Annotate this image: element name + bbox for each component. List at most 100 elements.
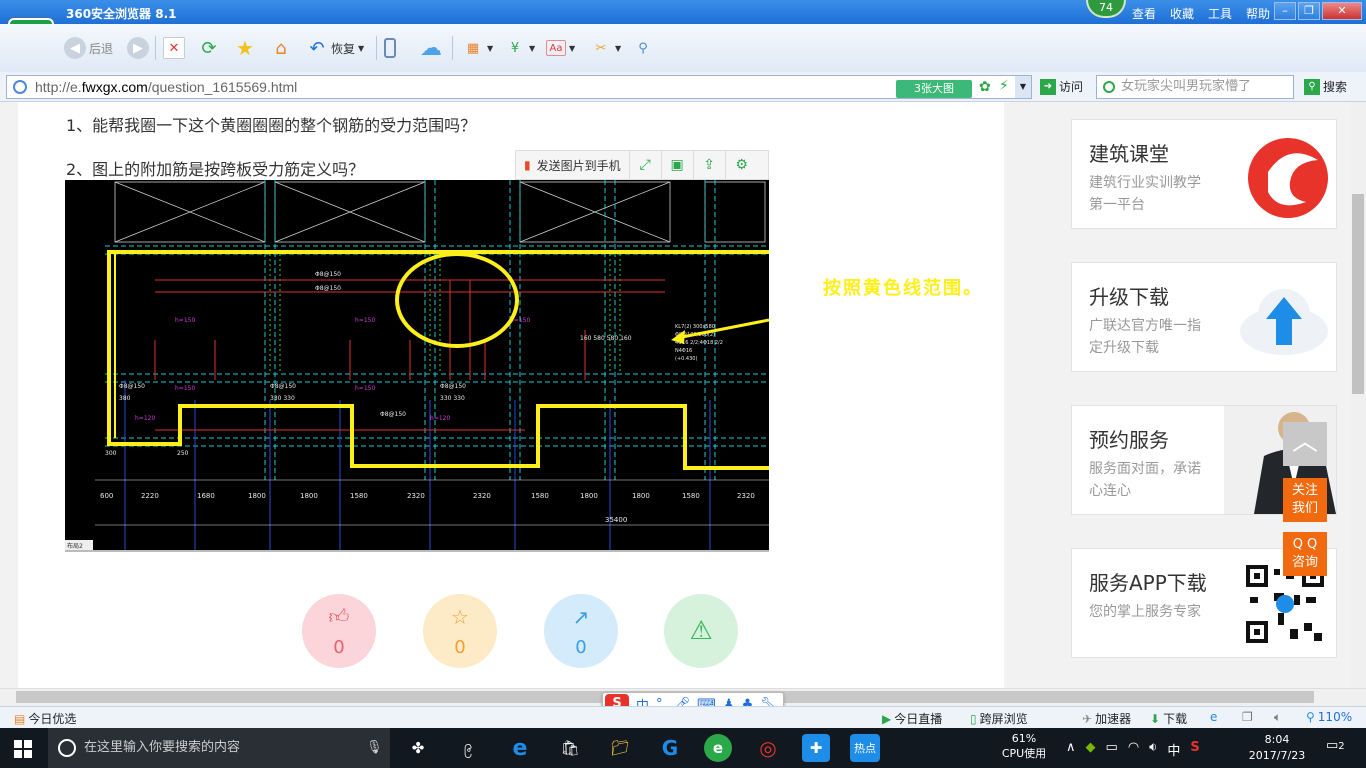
maximize-button[interactable]: ❐ <box>1298 2 1320 20</box>
windows-start-button[interactable] <box>14 740 32 758</box>
tray-lang[interactable]: 中 <box>1167 740 1180 759</box>
menu-favorites[interactable]: 收藏 <box>1170 5 1194 22</box>
home-icon: ⌂ <box>275 37 287 59</box>
glodon-logo-icon <box>1238 132 1330 220</box>
image-divider <box>65 550 769 552</box>
translate-button[interactable]: Aa ▼ <box>546 36 575 60</box>
back-to-top-button[interactable]: ︿ <box>1283 422 1327 466</box>
zoom-level[interactable]: ⚲ 110% <box>1306 710 1352 724</box>
shield-yen-icon: ¥ <box>510 40 520 56</box>
qq-consult-button[interactable]: Q Q 咨询 <box>1283 532 1327 576</box>
card-upgrade-download[interactable]: 升级下载 广联达官方唯一指定升级下载 <box>1071 262 1337 372</box>
menu-tools[interactable]: 工具 <box>1208 5 1232 22</box>
vertical-scrollbar[interactable] <box>1350 102 1366 688</box>
star-icon: ★ <box>236 36 254 60</box>
address-field[interactable]: http://e.fwxgx.com/question_1615569.html… <box>6 75 1032 99</box>
taskbar-search[interactable]: 在这里输入你要搜索的内容 🎙︎ <box>48 728 390 768</box>
home-button[interactable]: ⌂ <box>270 36 292 60</box>
share-icon[interactable]: ⇪ <box>694 151 726 179</box>
cloud-button[interactable]: ☁ <box>416 36 446 61</box>
settings-gear-icon[interactable]: ⚙ <box>726 151 758 179</box>
card-building-class[interactable]: 建筑课堂 建筑行业实训教学第一平台 <box>1071 119 1337 229</box>
title-bar: 360安全浏览器 8.1 74 查看 收藏 工具 帮助 ♣ – ❐ ✕ <box>0 0 1366 24</box>
thumbs-up-icon: 👍︎ <box>328 604 350 628</box>
chevron-up-icon[interactable]: ∧ <box>1066 740 1076 759</box>
favorite-count: 0 <box>454 636 466 658</box>
scroll-thumb[interactable] <box>1352 194 1364 394</box>
favorite-action-button[interactable]: ☆ 0 <box>423 594 497 668</box>
cpu-meter[interactable]: 61% CPU使用 <box>996 732 1052 761</box>
pinwheel-app-icon[interactable]: ✤ <box>404 734 432 762</box>
stop-icon: ✕ <box>163 37 185 59</box>
sogou-tray-icon[interactable]: S <box>1190 740 1199 759</box>
apps-button[interactable]: ▦ ▼ <box>462 36 493 60</box>
lightning-icon[interactable]: ⚡ <box>999 78 1009 94</box>
close-button[interactable]: ✕ <box>1322 2 1362 20</box>
big-image-button[interactable]: 3张大图 <box>896 80 972 98</box>
status-bar: ▤ 今日优选 ▶ 今日直播 ▯ 跨屏浏览 ✈ 加速器 ⬇ 下载 e ❐ 🔈︎ ⚲ 110% <box>0 706 1366 728</box>
taskbar: 在这里输入你要搜索的内容 🎙︎ ✤ ၉ e 🛍︎ 📁︎ G e ◎ ✚ 热点 6… <box>0 728 1366 768</box>
clock[interactable]: 8:04 2017/7/23 <box>1244 732 1310 764</box>
download[interactable]: ⬇ 下载 <box>1150 710 1187 727</box>
plus-app-icon[interactable]: ✚ <box>802 734 830 762</box>
notification-center[interactable]: ▭2 <box>1326 738 1345 753</box>
favorite-button[interactable]: ★ <box>234 36 256 60</box>
send-to-phone-button[interactable]: ▮ 发送图片到手机 <box>516 151 630 179</box>
svg-text:Φ8@150: Φ8@150 <box>315 285 341 292</box>
screenshot-button[interactable]: ✂ ▼ <box>590 36 622 60</box>
wifi-icon[interactable]: ◠ <box>1128 740 1139 759</box>
red-app-icon[interactable]: ◎ <box>754 734 782 762</box>
svg-text:布局2: 布局2 <box>67 542 83 550</box>
minimize-button[interactable]: – <box>1274 2 1296 20</box>
360-browser-taskbar-icon[interactable]: e <box>704 734 732 762</box>
ie-mode-icon[interactable]: e <box>1210 710 1217 724</box>
nvidia-icon[interactable]: ◆ <box>1086 740 1096 759</box>
taskbar-search-placeholder: 在这里输入你要搜索的内容 <box>84 740 241 755</box>
menu-view[interactable]: 查看 <box>1132 5 1156 22</box>
mobile-button[interactable] <box>384 36 396 60</box>
security-score-badge[interactable]: 74 <box>1086 0 1126 18</box>
svg-text:1800: 1800 <box>300 492 318 500</box>
scissors-icon: ✂ <box>595 40 607 56</box>
today-live[interactable]: ▶ 今日直播 <box>882 710 942 727</box>
top-menu: 查看 收藏 工具 帮助 ♣ <box>1132 5 1295 22</box>
restore-button[interactable]: ↶ 恢复 ▼ <box>306 36 364 60</box>
windows-icon[interactable]: ❐ <box>1242 710 1253 724</box>
battery-icon[interactable]: ▭ <box>1106 740 1118 759</box>
today-pick[interactable]: ▤ 今日优选 <box>14 710 76 727</box>
hot-news-icon[interactable]: 热点 <box>850 734 880 762</box>
card-title: 建筑课堂 <box>1089 142 1169 166</box>
microphone-icon[interactable]: 🎙︎ <box>366 728 383 768</box>
search-input[interactable]: 女玩家尖叫男玩家懵了 <box>1096 75 1294 99</box>
stop-button[interactable]: ✕ <box>163 36 185 60</box>
cad-drawing-image[interactable]: h=150 h=150 h=150 h=150 h=150 h=120 h=120 Φ8… <box>65 180 769 550</box>
speaker-icon[interactable]: 🔉︎ <box>1149 740 1157 759</box>
fullscreen-icon[interactable]: ⤢ <box>630 151 662 179</box>
edge-icon[interactable]: e <box>506 734 534 762</box>
volume-icon[interactable]: 🔈︎ <box>1274 710 1281 725</box>
visit-button[interactable]: ➜ 访问 <box>1040 78 1083 95</box>
file-explorer-icon[interactable]: 📁︎ <box>606 734 634 762</box>
refresh-button[interactable]: ⟳ <box>198 36 220 60</box>
store-icon[interactable]: 🛍︎ <box>556 734 584 762</box>
swirl-app-icon[interactable]: ၉ <box>454 734 482 762</box>
cross-screen[interactable]: ▯ 跨屏浏览 <box>970 710 1028 727</box>
like-button[interactable]: 👍︎ 0 <box>302 594 376 668</box>
back-button[interactable]: ◀ 后退 <box>64 36 113 60</box>
report-button[interactable]: ⚠ <box>664 594 738 668</box>
url-text[interactable]: http://e.fwxgx.com/question_1615569.html <box>35 79 297 95</box>
menu-help[interactable]: 帮助 <box>1246 5 1270 22</box>
accelerator[interactable]: ✈ 加速器 <box>1082 710 1131 727</box>
save-icon[interactable]: ▣ <box>662 151 694 179</box>
refresh-mode-icon[interactable]: ✿ <box>979 79 991 95</box>
address-bar-row: http://e.fwxgx.com/question_1615569.html… <box>0 72 1366 102</box>
follow-us-button[interactable]: 关注 我们 <box>1283 478 1327 522</box>
search-button[interactable]: ⚲ 搜索 <box>1304 78 1347 95</box>
share-action-button[interactable]: ↗ 0 <box>544 594 618 668</box>
glodon-app-icon[interactable]: G <box>656 734 684 762</box>
system-tray: ∧ ◆ ▭ ◠ 🔉︎ 中 S <box>1066 740 1200 759</box>
forward-button[interactable]: ▶ <box>127 36 149 60</box>
zoom-button[interactable]: ⚲ <box>632 36 654 60</box>
address-dropdown[interactable]: ▼ <box>1015 76 1031 98</box>
money-button[interactable]: ¥ ▼ <box>504 36 535 60</box>
